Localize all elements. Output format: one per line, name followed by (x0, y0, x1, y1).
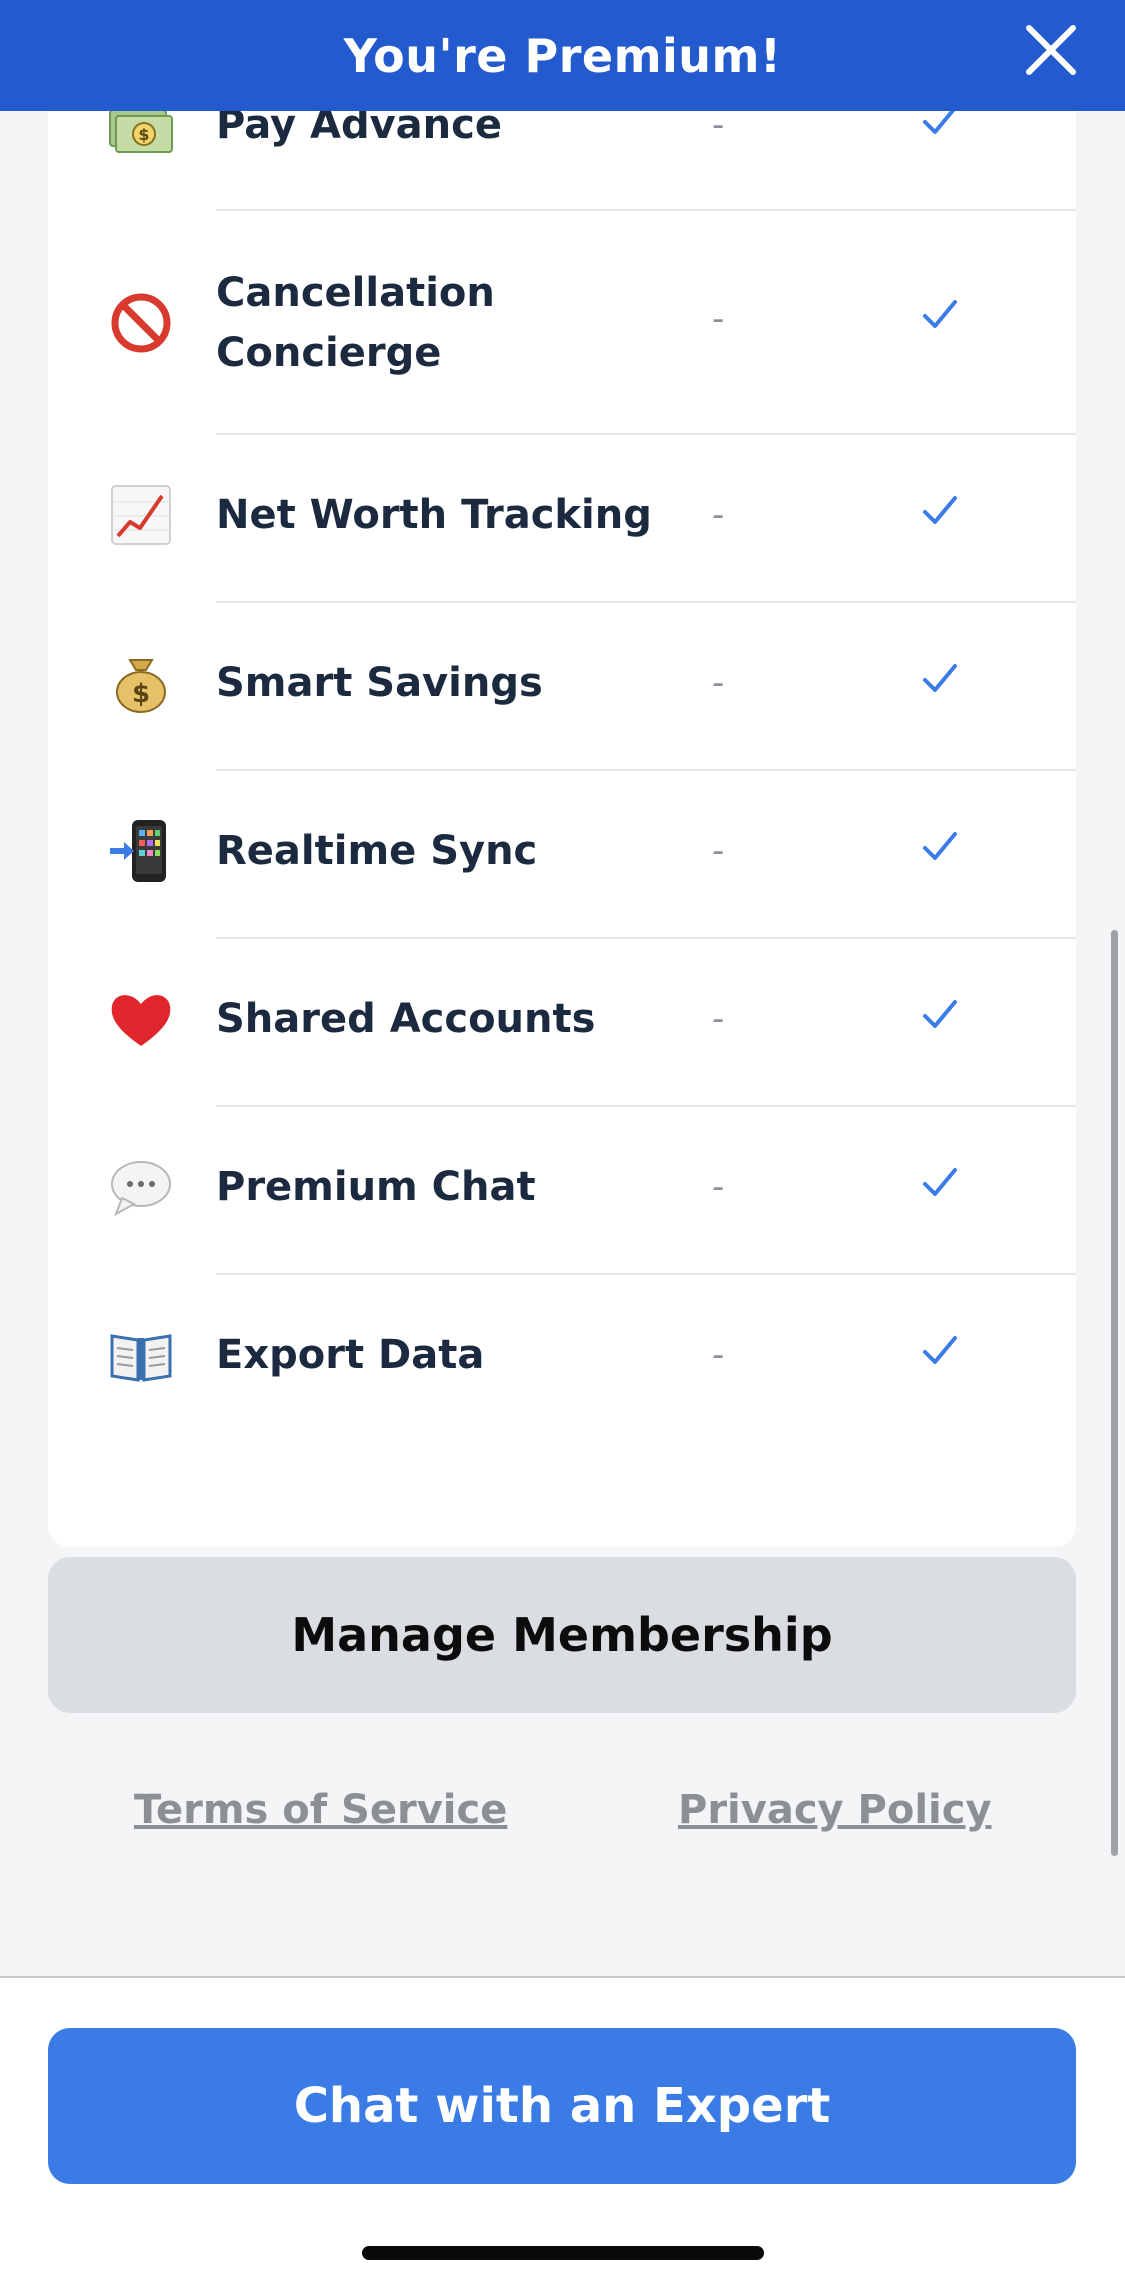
feature-comparison-card: $ Pay Advance - Cancellation Concierge - (48, 111, 1076, 1547)
feature-row-pay-advance: $ Pay Advance - (48, 111, 1076, 211)
chart-up-icon (108, 482, 174, 548)
basic-value: - (712, 111, 725, 145)
home-indicator[interactable] (362, 2246, 764, 2260)
check-icon (923, 1000, 957, 1028)
feature-row-net-worth-tracking: Net Worth Tracking - (48, 435, 1076, 603)
feature-row-smart-savings: $ Smart Savings - (48, 603, 1076, 771)
check-icon (923, 300, 957, 328)
feature-label: Pay Advance (216, 111, 502, 148)
open-book-icon (108, 1322, 174, 1388)
close-icon (1026, 25, 1076, 75)
privacy-policy-link[interactable]: Privacy Policy (678, 1787, 992, 1833)
top-bar: You're Premium! (0, 0, 1125, 111)
scrollbar[interactable] (1111, 930, 1118, 1856)
feature-row-shared-accounts: Shared Accounts - (48, 939, 1076, 1107)
basic-value: - (712, 831, 725, 871)
check-icon (923, 832, 957, 860)
feature-row-cancellation-concierge: Cancellation Concierge - (48, 211, 1076, 435)
basic-value: - (712, 999, 725, 1039)
basic-value: - (712, 1167, 725, 1207)
feature-label: Smart Savings (216, 660, 543, 706)
svg-text:$: $ (138, 125, 149, 144)
check-icon (923, 496, 957, 524)
footer-bar: Chat with an Expert (0, 1976, 1125, 2286)
basic-value: - (712, 1335, 725, 1375)
basic-value: - (712, 299, 725, 339)
feature-label: Net Worth Tracking (216, 492, 652, 538)
chat-with-expert-button[interactable]: Chat with an Expert (48, 2028, 1076, 2184)
heart-icon (108, 986, 174, 1052)
svg-text:$: $ (132, 679, 150, 709)
basic-value: - (712, 495, 725, 535)
feature-row-realtime-sync: Realtime Sync - (48, 771, 1076, 939)
check-icon (923, 1168, 957, 1196)
feature-row-export-data: Export Data - (48, 1275, 1076, 1443)
close-button[interactable] (1021, 20, 1081, 80)
check-icon (923, 664, 957, 692)
money-bills-icon: $ (108, 111, 174, 164)
terms-of-service-link[interactable]: Terms of Service (134, 1787, 507, 1833)
basic-value: - (712, 663, 725, 703)
feature-row-premium-chat: Premium Chat - (48, 1107, 1076, 1275)
phone-sync-icon (108, 818, 174, 884)
feature-label: Cancellation Concierge (216, 270, 495, 376)
check-icon (923, 1336, 957, 1364)
check-icon (923, 111, 956, 134)
feature-label: Export Data (216, 1332, 485, 1378)
feature-label: Premium Chat (216, 1164, 536, 1210)
page-title: You're Premium! (343, 28, 782, 83)
manage-membership-button[interactable]: Manage Membership (48, 1557, 1076, 1713)
feature-label: Realtime Sync (216, 828, 538, 874)
scroll-content[interactable]: $ Pay Advance - Cancellation Concierge - (0, 111, 1125, 1976)
no-entry-icon (108, 290, 174, 356)
feature-label: Shared Accounts (216, 996, 596, 1042)
money-bag-icon: $ (108, 650, 174, 716)
speech-bubble-icon (108, 1154, 174, 1220)
